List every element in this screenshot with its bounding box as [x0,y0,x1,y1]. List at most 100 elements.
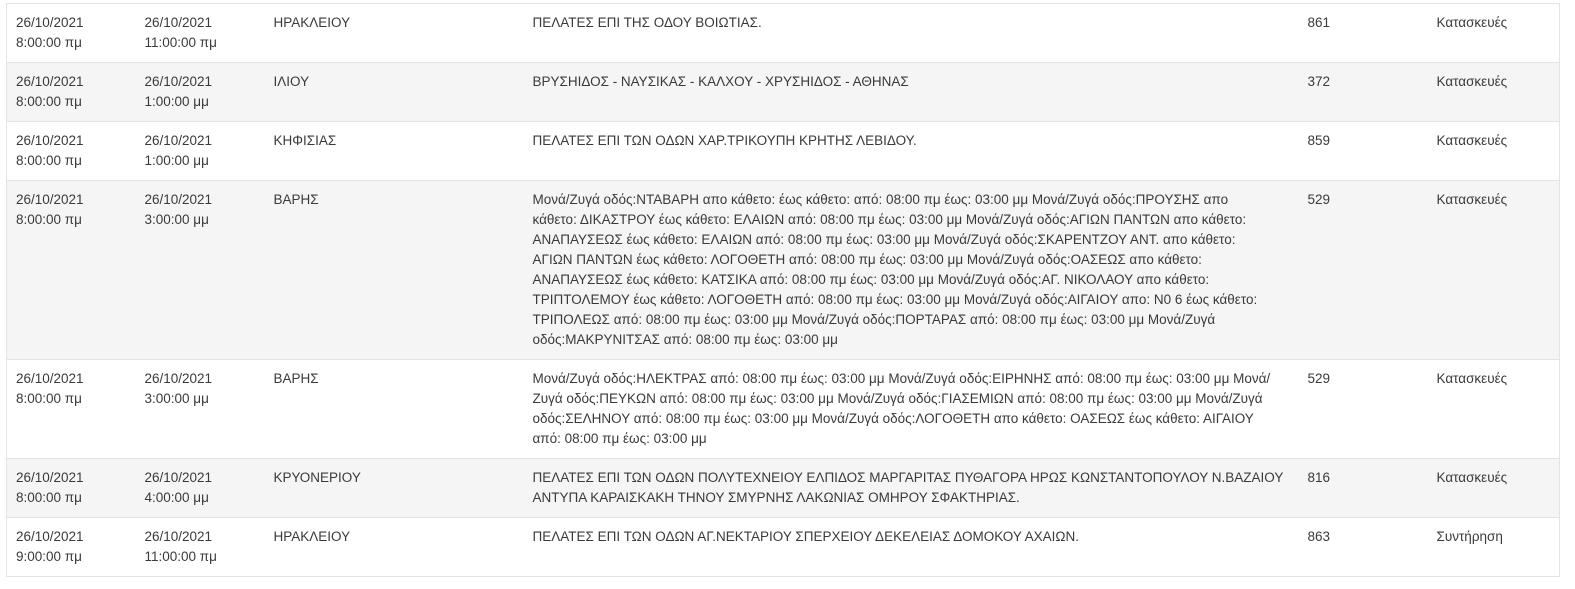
start-date: 26/10/2021 [16,133,84,148]
work-type: Κατασκευές [1436,470,1508,485]
code-cell: 863 [1298,517,1428,577]
area-cell: ΙΛΙΟΥ [264,62,524,122]
description-line: οδός:ΣΕΛΗΝΟΥ από: 08:00 πμ έως: 03:00 μμ… [532,411,1254,426]
description-line: κάθετο: ΔΙΚΑΣΤΡΟΥ έως κάθετο: ΕΛΑΙΩΝ από… [532,212,1247,227]
area-name: ΒΑΡΗΣ [273,192,319,207]
work-type: Κατασκευές [1436,74,1508,89]
end-datetime-cell: 26/10/2021 1:00:00 μμ [135,62,265,122]
description-line: ΑΝΑΠΑΥΣΕΩΣ έως κάθετο: ΕΛΑΙΩΝ από: 08:00… [532,232,1236,247]
area-cell: ΚΡΥΟΝΕΡΙΟΥ [264,458,524,518]
area-name: ΒΑΡΗΣ [273,371,319,386]
type-cell: Κατασκευές [1427,62,1560,122]
description-line: ΤΡΙΠΟΛΕΩΣ από: 08:00 πμ έως: 03:00 μμ Μο… [532,312,1216,327]
table-row: 26/10/2021 8:00:00 πμ 26/10/2021 11:00:00 π… [6,3,1560,63]
type-cell: Κατασκευές [1427,359,1560,459]
description-cell: ΒΡΥΣΗΙΔΟΣ - ΝΑΥΣΙΚΑΣ - ΚΑΛΧΟΥ - ΧΡΥΣΗΙΔΟ… [523,62,1299,122]
start-time: 8:00:00 πμ [16,212,82,227]
description-text: ΠΕΛΑΤΕΣ ΕΠΙ ΤΩΝ ΟΔΩΝ ΧΑΡ.ΤΡΙΚΟΥΠΗ ΚΡΗΤΗΣ… [532,133,917,148]
description-text: ΠΕΛΑΤΕΣ ΕΠΙ ΤΗΣ ΟΔΟΥ ΒΟΙΩΤΙΑΣ. [532,15,762,30]
end-time: 11:00:00 πμ [144,35,217,50]
start-time: 8:00:00 πμ [16,94,82,109]
end-time: 3:00:00 μμ [144,391,209,406]
description-cell: ΠΕΛΑΤΕΣ ΕΠΙ ΤΩΝ ΟΔΩΝ ΠΟΛΥΤΕΧΝΕΙΟΥ ΕΛΠΙΔΟ… [523,458,1299,518]
end-time: 11:00:00 πμ [144,549,217,564]
code-cell: 372 [1298,62,1428,122]
code-cell: 529 [1298,359,1428,459]
start-datetime-cell: 26/10/2021 8:00:00 πμ [6,458,136,518]
start-date: 26/10/2021 [16,192,84,207]
end-date: 26/10/2021 [144,74,213,89]
area-name: ΗΡΑΚΛΕΙΟΥ [273,529,351,544]
type-cell: Κατασκευές [1427,3,1560,63]
work-type: Κατασκευές [1436,133,1508,148]
start-time: 8:00:00 πμ [16,391,82,406]
start-datetime-cell: 26/10/2021 9:00:00 πμ [6,517,136,577]
end-datetime-cell: 26/10/2021 11:00:00 πμ [135,517,265,577]
description-cell: ΠΕΛΑΤΕΣ ΕΠΙ ΤΗΣ ΟΔΟΥ ΒΟΙΩΤΙΑΣ. [523,3,1299,63]
end-date: 26/10/2021 [144,15,213,30]
description-cell: ΠΕΛΑΤΕΣ ΕΠΙ ΤΩΝ ΟΔΩΝ ΧΑΡ.ΤΡΙΚΟΥΠΗ ΚΡΗΤΗΣ… [523,121,1299,181]
end-date: 26/10/2021 [144,470,213,485]
type-cell: Κατασκευές [1427,458,1560,518]
work-type: Κατασκευές [1436,192,1508,207]
area-name: ΚΗΦΙΣΙΑΣ [273,133,337,148]
area-cell: ΒΑΡΗΣ [264,180,524,360]
description-line: ΑΝΤΥΠΑ ΚΑΡΑΙΣΚΑΚΗ ΤΗΝΟΥ ΣΜΥΡΝΗΣ ΛΑΚΩΝΙΑΣ… [532,490,1020,505]
outage-table-container: 26/10/2021 8:00:00 πμ 26/10/2021 11:00:00 π… [6,3,1560,577]
table-row: 26/10/2021 8:00:00 πμ 26/10/2021 3:00:00 μμ… [6,180,1560,360]
end-datetime-cell: 26/10/2021 3:00:00 μμ [135,180,265,360]
description-text: ΒΡΥΣΗΙΔΟΣ - ΝΑΥΣΙΚΑΣ - ΚΑΛΧΟΥ - ΧΡΥΣΗΙΔΟ… [532,74,909,89]
end-datetime-cell: 26/10/2021 4:00:00 μμ [135,458,265,518]
work-type: Κατασκευές [1436,371,1508,386]
end-date: 26/10/2021 [144,529,213,544]
end-time: 1:00:00 μμ [144,153,209,168]
description-line: Μονά/Ζυγά οδός:ΗΛΕΚΤΡΑΣ από: 08:00 πμ έω… [532,371,1271,386]
description-line: ΠΕΛΑΤΕΣ ΕΠΙ ΤΩΝ ΟΔΩΝ ΠΟΛΥΤΕΧΝΕΙΟΥ ΕΛΠΙΔΟ… [532,470,1284,485]
type-cell: Κατασκευές [1427,180,1560,360]
description-cell: Μονά/Ζυγά οδός:ΗΛΕΚΤΡΑΣ από: 08:00 πμ έω… [523,359,1299,459]
code-cell: 529 [1298,180,1428,360]
start-time: 8:00:00 πμ [16,490,82,505]
description-cell: ΠΕΛΑΤΕΣ ΕΠΙ ΤΩΝ ΟΔΩΝ ΑΓ.ΝΕΚΤΑΡΙΟΥ ΣΠΕΡΧΕ… [523,517,1299,577]
area-cell: ΗΡΑΚΛΕΙΟΥ [264,3,524,63]
table-row: 26/10/2021 8:00:00 πμ 26/10/2021 1:00:00 μμ… [6,62,1560,122]
area-cell: ΗΡΑΚΛΕΙΟΥ [264,517,524,577]
start-datetime-cell: 26/10/2021 8:00:00 πμ [6,3,136,63]
start-datetime-cell: 26/10/2021 8:00:00 πμ [6,121,136,181]
network-code: 861 [1307,15,1331,30]
start-time: 8:00:00 πμ [16,153,82,168]
end-date: 26/10/2021 [144,371,213,386]
start-datetime-cell: 26/10/2021 8:00:00 πμ [6,62,136,122]
start-date: 26/10/2021 [16,470,84,485]
end-time: 1:00:00 μμ [144,94,209,109]
start-time: 8:00:00 πμ [16,35,82,50]
start-datetime-cell: 26/10/2021 8:00:00 πμ [6,359,136,459]
description-line: Μονά/Ζυγά οδός:ΝΤΑΒΑΡΗ απο κάθετο: έως κ… [532,192,1229,207]
end-time: 3:00:00 μμ [144,212,209,227]
network-code: 816 [1307,470,1331,485]
outage-table: 26/10/2021 8:00:00 πμ 26/10/2021 11:00:00 π… [6,3,1560,577]
description-line: οδός:ΜΑΚΡΥΝΙΤΣΑΣ από: 08:00 πμ έως: 03:0… [532,332,838,347]
start-date: 26/10/2021 [16,15,84,30]
area-name: ΙΛΙΟΥ [273,74,310,89]
start-datetime-cell: 26/10/2021 8:00:00 πμ [6,180,136,360]
start-date: 26/10/2021 [16,74,84,89]
area-cell: ΒΑΡΗΣ [264,359,524,459]
network-code: 529 [1307,192,1331,207]
start-date: 26/10/2021 [16,529,84,544]
area-name: ΗΡΑΚΛΕΙΟΥ [273,15,351,30]
table-row: 26/10/2021 8:00:00 πμ 26/10/2021 3:00:00 μμ… [6,359,1560,459]
table-row: 26/10/2021 9:00:00 πμ 26/10/2021 11:00:00 π… [6,517,1560,577]
end-datetime-cell: 26/10/2021 3:00:00 μμ [135,359,265,459]
code-cell: 861 [1298,3,1428,63]
table-row: 26/10/2021 8:00:00 πμ 26/10/2021 1:00:00 μμ… [6,121,1560,181]
description-line: ΤΡΙΠΤΟΛΕΜΟΥ έως κάθετο: ΛΟΓΟΘΕΤΗ από: 08… [532,292,1258,307]
end-date: 26/10/2021 [144,192,213,207]
end-datetime-cell: 26/10/2021 1:00:00 μμ [135,121,265,181]
description-line: ΑΓΙΩΝ ΠΑΝΤΩΝ έως κάθετο: ΛΟΓΟΘΕΤΗ από: 0… [532,252,1202,267]
description-line: Ζυγά οδός:ΠΕΥΚΩΝ από: 08:00 πμ έως: 03:0… [532,391,1263,406]
end-time: 4:00:00 μμ [144,490,209,505]
end-date: 26/10/2021 [144,133,213,148]
area-name: ΚΡΥΟΝΕΡΙΟΥ [273,470,361,485]
table-row: 26/10/2021 8:00:00 πμ 26/10/2021 4:00:00 μμ… [6,458,1560,518]
